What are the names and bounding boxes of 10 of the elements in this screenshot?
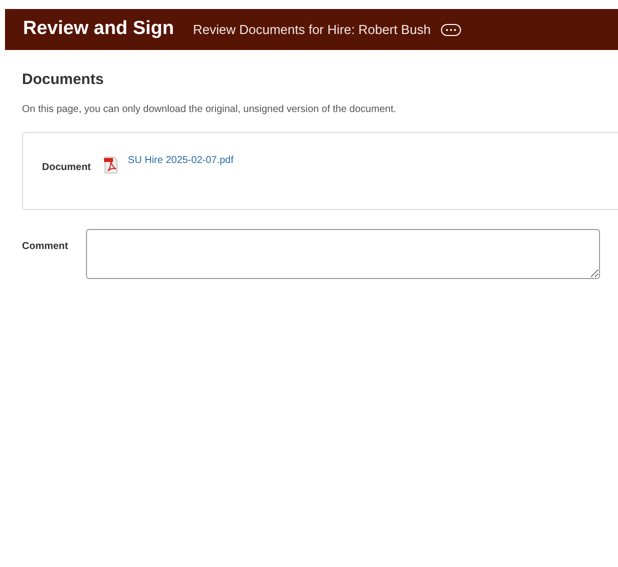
document-label: Document xyxy=(42,161,91,175)
page-subtitle: Review Documents for Hire: Robert Bush xyxy=(192,20,431,39)
page-title: Review and Sign xyxy=(23,17,174,42)
comment-label: Comment xyxy=(22,240,70,254)
more-button[interactable] xyxy=(440,24,461,36)
section-note: On this page, you can only download the original, unsigned version of the document. xyxy=(22,103,398,117)
pdf-file-icon xyxy=(104,156,118,174)
document-link[interactable]: SU Hire 2025-02-07.pdf xyxy=(128,153,234,168)
comment-field[interactable] xyxy=(86,229,600,279)
section-heading: Documents xyxy=(22,70,104,90)
